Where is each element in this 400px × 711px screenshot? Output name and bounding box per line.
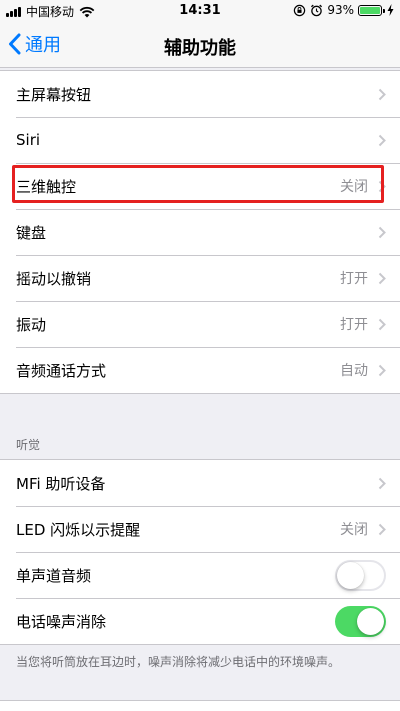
row-call-audio-routing[interactable]: 音频通话方式 自动 [0, 347, 400, 393]
section-footer-note: 当您将听筒放在耳边时，噪声消除将减少电话中的环境噪声。 [16, 655, 341, 669]
row-label: 键盘 [16, 223, 47, 242]
row-value: 自动 [340, 363, 368, 379]
row-value: 关闭 [340, 179, 368, 195]
row-3d-touch[interactable]: 三维触控 关闭 [0, 163, 400, 209]
row-vibration[interactable]: 振动 打开 [0, 301, 400, 347]
row-led-flash-alerts[interactable]: LED 闪烁以示提醒 关闭 [0, 506, 400, 552]
row-label: 电话噪声消除 [16, 612, 107, 631]
row-mono-audio: 单声道音频 [0, 552, 400, 598]
noise-cancellation-toggle[interactable] [335, 605, 386, 637]
settings-group-hearing: MFi 助听设备 LED 闪烁以示提醒 关闭 单声道音频 电话噪声消除 [0, 459, 400, 645]
chevron-right-icon [378, 134, 386, 146]
chevron-right-icon [378, 523, 386, 535]
row-value: 打开 [340, 271, 368, 287]
row-mfi-hearing-devices[interactable]: MFi 助听设备 [0, 460, 400, 506]
chevron-right-icon [378, 477, 386, 489]
charging-icon [387, 4, 394, 16]
row-siri[interactable]: Siri [0, 117, 400, 163]
mono-audio-toggle[interactable] [335, 559, 386, 591]
row-label: MFi 助听设备 [16, 474, 106, 493]
chevron-right-icon [378, 88, 386, 100]
row-value: 打开 [340, 317, 368, 333]
lock-rotation-icon [294, 4, 306, 16]
page-title: 辅助功能 [164, 38, 236, 59]
row-home-button[interactable]: 主屏幕按钮 [0, 71, 400, 117]
section-header-hearing: 听觉 [16, 438, 41, 452]
alarm-icon [311, 4, 323, 16]
status-right: 93% [293, 3, 394, 17]
navigation-bar: 通用 辅助功能 [0, 22, 400, 68]
row-label: 摇动以撤销 [16, 269, 92, 288]
battery-icon [358, 4, 385, 16]
row-value: 关闭 [340, 522, 368, 538]
row-keyboard[interactable]: 键盘 [0, 209, 400, 255]
row-phone-noise-cancellation: 电话噪声消除 [0, 598, 400, 644]
battery-percent: 93% [327, 3, 354, 17]
row-label: 主屏幕按钮 [16, 85, 92, 104]
row-label: 单声道音频 [16, 566, 92, 585]
chevron-right-icon [378, 364, 386, 376]
row-label: 振动 [16, 315, 47, 334]
chevron-right-icon [378, 226, 386, 238]
row-label: 音频通话方式 [16, 361, 107, 380]
next-group-edge [0, 700, 400, 711]
settings-group-main: 主屏幕按钮 Siri 三维触控 关闭 键盘 摇动以撤销 打开 振动 打开 音频通… [0, 70, 400, 394]
row-label: 三维触控 [16, 177, 77, 196]
chevron-right-icon [378, 180, 386, 192]
chevron-right-icon [378, 318, 386, 330]
row-label: LED 闪烁以示提醒 [16, 520, 141, 539]
row-shake-to-undo[interactable]: 摇动以撤销 打开 [0, 255, 400, 301]
status-bar: 中国移动 14:31 93% [0, 0, 400, 22]
chevron-right-icon [378, 272, 386, 284]
row-label: Siri [16, 131, 41, 149]
